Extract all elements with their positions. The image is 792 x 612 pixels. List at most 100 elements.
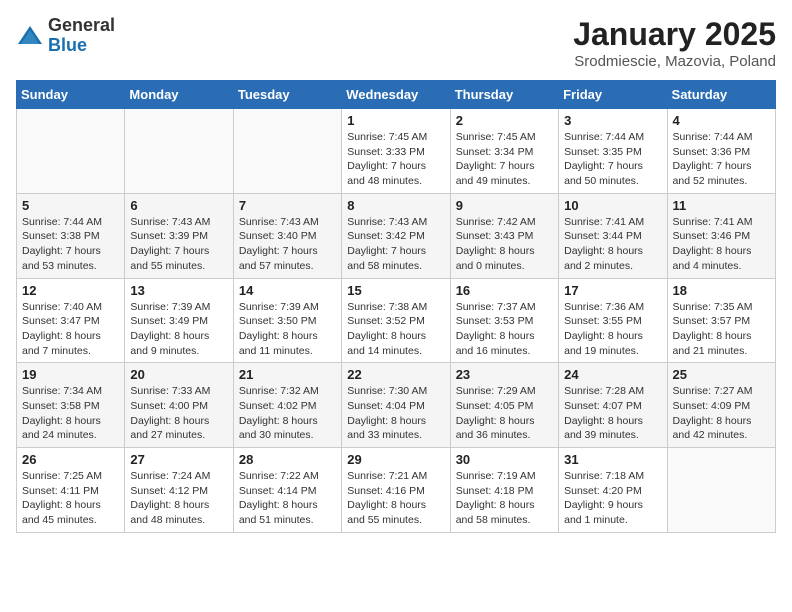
day-detail: Sunrise: 7:35 AM Sunset: 3:57 PM Dayligh… — [673, 300, 770, 359]
calendar-cell: 14 Sunrise: 7:39 AM Sunset: 3:50 PM Dayli… — [233, 278, 341, 363]
day-number: 1 — [347, 113, 444, 128]
day-detail: Sunrise: 7:43 AM Sunset: 3:42 PM Dayligh… — [347, 215, 444, 274]
day-detail: Sunrise: 7:18 AM Sunset: 4:20 PM Dayligh… — [564, 469, 661, 528]
calendar-cell: 25 Sunrise: 7:27 AM Sunset: 4:09 PM Dayli… — [667, 363, 775, 448]
calendar-cell: 26Sunrise: 7:25 AM Sunset: 4:11 PM Dayli… — [17, 448, 125, 533]
logo: General Blue — [16, 16, 115, 56]
calendar-week-row: 12Sunrise: 7:40 AM Sunset: 3:47 PM Dayli… — [17, 278, 776, 363]
calendar-cell: 19 Sunrise: 7:34 AM Sunset: 3:58 PM Dayli… — [17, 363, 125, 448]
day-number: 29 — [347, 452, 444, 467]
calendar-cell: 24 Sunrise: 7:28 AM Sunset: 4:07 PM Dayli… — [559, 363, 667, 448]
calendar-cell: 3 Sunrise: 7:44 AM Sunset: 3:35 PM Daylig… — [559, 109, 667, 194]
calendar-cell: 9 Sunrise: 7:42 AM Sunset: 3:43 PM Daylig… — [450, 193, 558, 278]
day-detail: Sunrise: 7:39 AM Sunset: 3:50 PM Dayligh… — [239, 300, 336, 359]
day-number: 12 — [22, 283, 119, 298]
calendar-cell: 13 Sunrise: 7:39 AM Sunset: 3:49 PM Dayli… — [125, 278, 233, 363]
day-detail: Sunrise: 7:28 AM Sunset: 4:07 PM Dayligh… — [564, 384, 661, 443]
calendar-cell: 16 Sunrise: 7:37 AM Sunset: 3:53 PM Dayli… — [450, 278, 558, 363]
calendar-cell — [233, 109, 341, 194]
weekday-header-thursday: Thursday — [450, 81, 558, 109]
calendar-cell — [17, 109, 125, 194]
weekday-header-monday: Monday — [125, 81, 233, 109]
day-detail: Sunrise: 7:30 AM Sunset: 4:04 PM Dayligh… — [347, 384, 444, 443]
day-number: 17 — [564, 283, 661, 298]
page-header: General Blue January 2025 Srodmiescie, M… — [16, 16, 776, 70]
calendar-cell: 22 Sunrise: 7:30 AM Sunset: 4:04 PM Dayli… — [342, 363, 450, 448]
day-detail: Sunrise: 7:19 AM Sunset: 4:18 PM Dayligh… — [456, 469, 553, 528]
calendar-cell: 12Sunrise: 7:40 AM Sunset: 3:47 PM Dayli… — [17, 278, 125, 363]
day-detail: Sunrise: 7:33 AM Sunset: 4:00 PM Dayligh… — [130, 384, 227, 443]
calendar-cell: 6 Sunrise: 7:43 AM Sunset: 3:39 PM Daylig… — [125, 193, 233, 278]
day-detail: Sunrise: 7:44 AM Sunset: 3:36 PM Dayligh… — [673, 130, 770, 189]
day-number: 18 — [673, 283, 770, 298]
calendar-cell: 8Sunrise: 7:43 AM Sunset: 3:42 PM Daylig… — [342, 193, 450, 278]
calendar-cell: 1Sunrise: 7:45 AM Sunset: 3:33 PM Daylig… — [342, 109, 450, 194]
day-number: 10 — [564, 198, 661, 213]
day-number: 23 — [456, 367, 553, 382]
weekday-header-tuesday: Tuesday — [233, 81, 341, 109]
day-number: 28 — [239, 452, 336, 467]
day-detail: Sunrise: 7:41 AM Sunset: 3:46 PM Dayligh… — [673, 215, 770, 274]
day-number: 7 — [239, 198, 336, 213]
day-number: 19 — [22, 367, 119, 382]
day-detail: Sunrise: 7:42 AM Sunset: 3:43 PM Dayligh… — [456, 215, 553, 274]
day-detail: Sunrise: 7:36 AM Sunset: 3:55 PM Dayligh… — [564, 300, 661, 359]
calendar-cell — [125, 109, 233, 194]
calendar-cell: 20Sunrise: 7:33 AM Sunset: 4:00 PM Dayli… — [125, 363, 233, 448]
day-detail: Sunrise: 7:24 AM Sunset: 4:12 PM Dayligh… — [130, 469, 227, 528]
day-number: 13 — [130, 283, 227, 298]
day-detail: Sunrise: 7:44 AM Sunset: 3:35 PM Dayligh… — [564, 130, 661, 189]
day-detail: Sunrise: 7:45 AM Sunset: 3:34 PM Dayligh… — [456, 130, 553, 189]
day-detail: Sunrise: 7:27 AM Sunset: 4:09 PM Dayligh… — [673, 384, 770, 443]
calendar-cell: 2Sunrise: 7:45 AM Sunset: 3:34 PM Daylig… — [450, 109, 558, 194]
calendar-week-row: 5Sunrise: 7:44 AM Sunset: 3:38 PM Daylig… — [17, 193, 776, 278]
logo-general-text: General — [48, 16, 115, 36]
day-detail: Sunrise: 7:34 AM Sunset: 3:58 PM Dayligh… — [22, 384, 119, 443]
calendar-cell: 7 Sunrise: 7:43 AM Sunset: 3:40 PM Daylig… — [233, 193, 341, 278]
day-detail: Sunrise: 7:41 AM Sunset: 3:44 PM Dayligh… — [564, 215, 661, 274]
calendar-subtitle: Srodmiescie, Mazovia, Poland — [573, 53, 776, 70]
weekday-header-friday: Friday — [559, 81, 667, 109]
day-number: 25 — [673, 367, 770, 382]
day-detail: Sunrise: 7:32 AM Sunset: 4:02 PM Dayligh… — [239, 384, 336, 443]
calendar-header: SundayMondayTuesdayWednesdayThursdayFrid… — [17, 81, 776, 109]
calendar-cell: 29Sunrise: 7:21 AM Sunset: 4:16 PM Dayli… — [342, 448, 450, 533]
day-number: 16 — [456, 283, 553, 298]
day-detail: Sunrise: 7:29 AM Sunset: 4:05 PM Dayligh… — [456, 384, 553, 443]
day-number: 21 — [239, 367, 336, 382]
weekday-header-wednesday: Wednesday — [342, 81, 450, 109]
weekday-header-saturday: Saturday — [667, 81, 775, 109]
calendar-cell: 11Sunrise: 7:41 AM Sunset: 3:46 PM Dayli… — [667, 193, 775, 278]
calendar-title: January 2025 — [573, 16, 776, 53]
day-number: 9 — [456, 198, 553, 213]
calendar-body: 1Sunrise: 7:45 AM Sunset: 3:33 PM Daylig… — [17, 109, 776, 533]
calendar-cell: 31 Sunrise: 7:18 AM Sunset: 4:20 PM Dayli… — [559, 448, 667, 533]
day-number: 30 — [456, 452, 553, 467]
weekday-header-row: SundayMondayTuesdayWednesdayThursdayFrid… — [17, 81, 776, 109]
day-number: 3 — [564, 113, 661, 128]
calendar-table: SundayMondayTuesdayWednesdayThursdayFrid… — [16, 80, 776, 533]
calendar-cell — [667, 448, 775, 533]
day-number: 22 — [347, 367, 444, 382]
calendar-week-row: 26Sunrise: 7:25 AM Sunset: 4:11 PM Dayli… — [17, 448, 776, 533]
day-number: 15 — [347, 283, 444, 298]
calendar-week-row: 19 Sunrise: 7:34 AM Sunset: 3:58 PM Dayli… — [17, 363, 776, 448]
calendar-cell: 4Sunrise: 7:44 AM Sunset: 3:36 PM Daylig… — [667, 109, 775, 194]
day-detail: Sunrise: 7:43 AM Sunset: 3:39 PM Dayligh… — [130, 215, 227, 274]
calendar-cell: 30 Sunrise: 7:19 AM Sunset: 4:18 PM Dayli… — [450, 448, 558, 533]
day-detail: Sunrise: 7:37 AM Sunset: 3:53 PM Dayligh… — [456, 300, 553, 359]
day-number: 6 — [130, 198, 227, 213]
day-number: 31 — [564, 452, 661, 467]
day-detail: Sunrise: 7:43 AM Sunset: 3:40 PM Dayligh… — [239, 215, 336, 274]
day-number: 14 — [239, 283, 336, 298]
calendar-cell: 17 Sunrise: 7:36 AM Sunset: 3:55 PM Dayli… — [559, 278, 667, 363]
logo-icon — [16, 22, 44, 50]
title-block: January 2025 Srodmiescie, Mazovia, Polan… — [573, 16, 776, 70]
day-number: 24 — [564, 367, 661, 382]
day-number: 27 — [130, 452, 227, 467]
calendar-cell: 21 Sunrise: 7:32 AM Sunset: 4:02 PM Dayli… — [233, 363, 341, 448]
day-detail: Sunrise: 7:38 AM Sunset: 3:52 PM Dayligh… — [347, 300, 444, 359]
day-detail: Sunrise: 7:39 AM Sunset: 3:49 PM Dayligh… — [130, 300, 227, 359]
calendar-cell: 27 Sunrise: 7:24 AM Sunset: 4:12 PM Dayli… — [125, 448, 233, 533]
day-detail: Sunrise: 7:22 AM Sunset: 4:14 PM Dayligh… — [239, 469, 336, 528]
